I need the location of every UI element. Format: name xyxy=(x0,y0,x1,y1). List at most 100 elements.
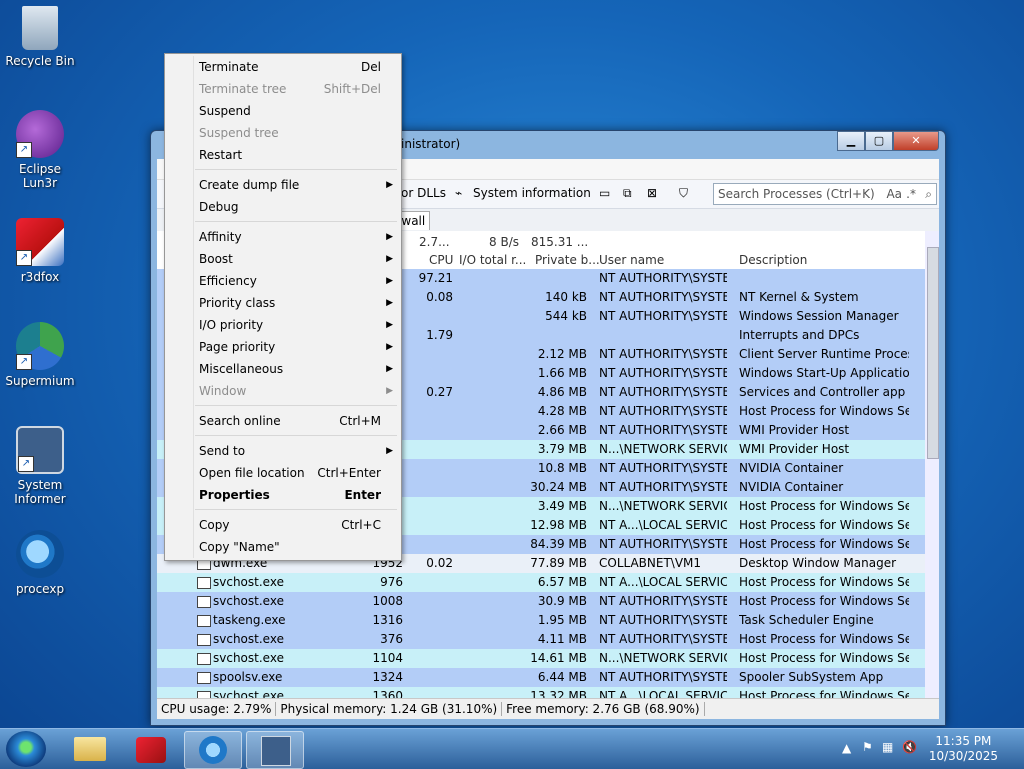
table-row[interactable]: svchost.exe 976 6.57 MB NT A...\LOCAL SERVI… xyxy=(157,573,925,592)
taskbar-procexp-button[interactable] xyxy=(184,731,242,769)
process-description: Host Process for Windows Ser... xyxy=(739,404,909,418)
taskbar-system-informer-button[interactable] xyxy=(246,731,304,769)
column-private-bytes[interactable]: Private b... xyxy=(535,253,600,267)
taskbar-r3dfox-button[interactable] xyxy=(124,731,180,767)
pulse-icon: ⌁ xyxy=(455,186,463,200)
menu-item-suspend[interactable]: Suspend xyxy=(199,100,385,122)
process-description: Spooler SubSystem App xyxy=(739,670,884,684)
table-row[interactable]: taskeng.exe 1316 1.95 MB NT AUTHORITY\SYSTE… xyxy=(157,611,925,630)
shield-icon[interactable]: ⛉ xyxy=(679,186,688,201)
menu-item-miscellaneous[interactable]: Miscellaneous ▶ xyxy=(199,358,393,380)
menu-item-restart[interactable]: Restart xyxy=(199,144,385,166)
action-center-flag-icon[interactable]: ⚑ xyxy=(862,740,873,754)
process-private-bytes: 6.57 MB xyxy=(537,575,587,589)
desktop-icon-system-informer[interactable]: ↗ System Informer xyxy=(0,426,80,506)
desktop-icon-supermium[interactable]: ↗ Supermium xyxy=(0,322,80,388)
search-placeholder: Search Processes (Ctrl+K) xyxy=(718,187,875,201)
process-cpu: 0.02 xyxy=(426,556,453,570)
process-description: Services and Controller app xyxy=(739,385,906,399)
menu-item-copy[interactable]: Copy Ctrl+C xyxy=(199,514,385,536)
menu-item-affinity[interactable]: Affinity ▶ xyxy=(199,226,393,248)
find-window-icon[interactable]: ⧉ xyxy=(623,186,632,201)
network-icon[interactable]: ▦ xyxy=(882,740,893,754)
process-private-bytes: 77.89 MB xyxy=(530,556,587,570)
process-user-name: NT AUTHORITY\SYSTEM xyxy=(599,366,727,380)
table-row[interactable]: spoolsv.exe 1324 6.44 MB NT AUTHORITY\SYSTE… xyxy=(157,668,925,687)
menu-item-label: Affinity xyxy=(199,230,242,244)
scrollbar-thumb[interactable] xyxy=(927,247,939,459)
menu-item-copy-name[interactable]: Copy "Name" xyxy=(199,536,385,558)
menu-item-debug[interactable]: Debug xyxy=(199,196,385,218)
show-hidden-icons-icon[interactable]: ▲ xyxy=(842,741,851,755)
process-name: spoolsv.exe xyxy=(213,670,283,684)
desktop-icon-procexp[interactable]: procexp xyxy=(0,530,80,596)
window-icon[interactable]: ▭ xyxy=(599,186,610,200)
menu-gutter xyxy=(193,56,194,558)
window-controls: ▁ ▢ ✕ xyxy=(837,131,939,151)
column-io-total[interactable]: I/O total r... xyxy=(459,253,526,267)
process-user-name: NT AUTHORITY\SYSTEM xyxy=(599,461,727,475)
close-button[interactable]: ✕ xyxy=(893,131,939,151)
process-private-bytes: 3.79 MB xyxy=(537,442,587,456)
regex-icon[interactable]: .* xyxy=(906,184,916,204)
start-button[interactable] xyxy=(6,731,46,767)
taskbar-explorer-button[interactable] xyxy=(62,731,118,767)
process-private-bytes: 4.28 MB xyxy=(537,404,587,418)
menu-item-priority-class[interactable]: Priority class ▶ xyxy=(199,292,393,314)
summary-cpu: 2.7... xyxy=(419,235,450,249)
process-description: Task Scheduler Engine xyxy=(739,613,874,627)
submenu-arrow-icon: ▶ xyxy=(386,320,393,330)
search-icon[interactable]: ⌕ xyxy=(925,184,932,204)
minimize-button[interactable]: ▁ xyxy=(837,131,865,151)
kill-window-icon[interactable]: ⊠ xyxy=(647,186,657,200)
process-description: Host Process for Windows Ser... xyxy=(739,518,909,532)
desktop-icon-eclipse-lun3r[interactable]: ↗ Eclipse Lun3r xyxy=(0,110,80,190)
table-row[interactable]: svchost.exe 376 4.11 MB NT AUTHORITY\SYSTEM… xyxy=(157,630,925,649)
menu-item-create-dump-file[interactable]: Create dump file ▶ xyxy=(199,174,393,196)
process-description: Client Server Runtime Process xyxy=(739,347,909,361)
process-name: svchost.exe xyxy=(213,594,284,608)
column-user-name[interactable]: User name xyxy=(599,253,664,267)
show-dlls-button[interactable]: or DLLs xyxy=(401,186,446,200)
table-row[interactable]: svchost.exe 1008 30.9 MB NT AUTHORITY\SYSTE… xyxy=(157,592,925,611)
column-description[interactable]: Description xyxy=(739,253,807,267)
match-case-toggle[interactable]: Aa xyxy=(886,184,902,204)
process-icon xyxy=(197,653,211,665)
process-private-bytes: 4.11 MB xyxy=(537,632,587,646)
menu-separator xyxy=(195,509,397,510)
desktop-icon-r3dfox[interactable]: ↗ r3dfox xyxy=(0,218,80,284)
process-description: NT Kernel & System xyxy=(739,290,859,304)
menu-item-i-o-priority[interactable]: I/O priority ▶ xyxy=(199,314,393,336)
menu-item-open-file-location[interactable]: Open file location Ctrl+Enter xyxy=(199,462,385,484)
column-cpu[interactable]: CPU xyxy=(429,253,453,267)
menu-item-terminate[interactable]: Terminate Del xyxy=(199,56,385,78)
menu-item-label: I/O priority xyxy=(199,318,264,332)
table-row[interactable]: svchost.exe 1104 14.61 MB N...\NETWORK SERV… xyxy=(157,649,925,668)
system-information-button[interactable]: System information xyxy=(473,186,591,200)
system-informer-gear-icon xyxy=(261,736,291,766)
menu-item-efficiency[interactable]: Efficiency ▶ xyxy=(199,270,393,292)
menu-item-page-priority[interactable]: Page priority ▶ xyxy=(199,336,393,358)
menu-item-label: Open file location xyxy=(199,466,305,480)
desktop-icon-recycle-bin[interactable]: Recycle Bin xyxy=(0,6,80,68)
menu-item-shortcut: Del xyxy=(361,60,381,74)
vertical-scrollbar[interactable] xyxy=(925,231,939,717)
menu-item-label: Terminate tree xyxy=(199,82,287,96)
process-private-bytes: 10.8 MB xyxy=(537,461,587,475)
menu-item-properties[interactable]: Properties Enter xyxy=(199,484,385,506)
volume-muted-icon[interactable]: 🔇 xyxy=(902,740,917,754)
menu-item-window: Window ▶ xyxy=(199,380,393,402)
desktop-icon-label: Supermium xyxy=(5,374,75,388)
menu-item-send-to[interactable]: Send to ▶ xyxy=(199,440,393,462)
clock[interactable]: 11:35 PM 10/30/2025 xyxy=(929,734,998,764)
process-user-name: NT AUTHORITY\SYSTEM xyxy=(599,347,727,361)
menu-item-search-online[interactable]: Search online Ctrl+M xyxy=(199,410,385,432)
status-bar: CPU usage: 2.79% Physical memory: 1.24 GB… xyxy=(157,698,939,719)
process-user-name: NT AUTHORITY\SYSTEM xyxy=(599,537,727,551)
shortcut-arrow-icon: ↗ xyxy=(16,354,32,370)
menu-item-label: Search online xyxy=(199,414,281,428)
maximize-button[interactable]: ▢ xyxy=(865,131,893,151)
search-input[interactable]: Search Processes (Ctrl+K) Aa .* ⌕ xyxy=(713,183,937,205)
menu-item-boost[interactable]: Boost ▶ xyxy=(199,248,393,270)
submenu-arrow-icon: ▶ xyxy=(386,298,393,308)
